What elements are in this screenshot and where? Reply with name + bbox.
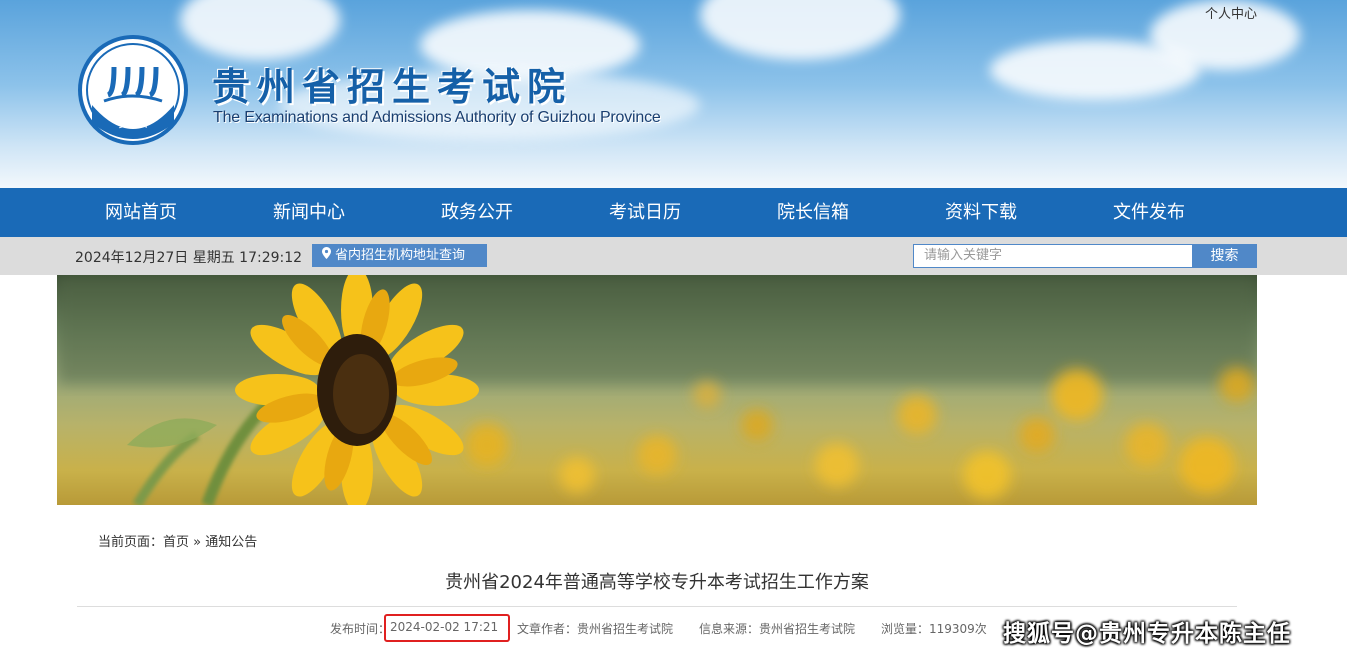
divider xyxy=(77,606,1237,607)
breadcrumb-home-link[interactable]: 首页 xyxy=(163,535,189,550)
personal-center-link[interactable]: 个人中心 xyxy=(1205,3,1257,22)
address-lookup-button[interactable]: 省内招生机构地址查询 xyxy=(312,244,487,267)
nav-exam-calendar[interactable]: 考试日历 xyxy=(575,188,715,237)
nav-news[interactable]: 新闻中心 xyxy=(239,188,379,237)
address-lookup-label: 省内招生机构地址查询 xyxy=(335,248,466,263)
current-datetime: 2024年12月27日 星期五 17:29:12 xyxy=(75,250,303,266)
watermark: 搜狐号@贵州专升本陈主任 xyxy=(1003,621,1291,647)
nav-document-release[interactable]: 文件发布 xyxy=(1079,188,1219,237)
cloud-decoration xyxy=(180,0,340,60)
search-input[interactable]: 请输入关键字 xyxy=(913,244,1193,268)
nav-director-mailbox[interactable]: 院长信箱 xyxy=(743,188,883,237)
sunflower-banner-image xyxy=(57,275,1257,505)
breadcrumb-separator: » xyxy=(193,535,202,550)
breadcrumb-label: 当前页面： xyxy=(98,535,164,550)
article-author: 文章作者：贵州省招生考试院 xyxy=(517,622,674,636)
logo-text: 贵 州 xyxy=(118,116,148,131)
search-button[interactable]: 搜索 xyxy=(1192,244,1257,268)
site-title: 贵州省招生考试院 xyxy=(212,64,573,109)
breadcrumb: 当前页面：首页 » 通知公告 xyxy=(98,531,257,550)
cloud-decoration xyxy=(700,0,900,60)
publish-time-highlight-box xyxy=(384,614,510,642)
info-bar: 2024年12月27日 星期五 17:29:12 省内招生机构地址查询 请输入关… xyxy=(0,237,1347,275)
location-pin-icon xyxy=(322,244,331,267)
article-source: 信息来源：贵州省招生考试院 xyxy=(699,622,856,636)
nav-home[interactable]: 网站首页 xyxy=(71,188,211,237)
breadcrumb-current[interactable]: 通知公告 xyxy=(205,535,257,550)
nav-government-affairs[interactable]: 政务公开 xyxy=(407,188,547,237)
nav-downloads[interactable]: 资料下载 xyxy=(911,188,1051,237)
view-count: 浏览量：119309次 xyxy=(881,622,987,636)
publish-time-label: 发布时间： xyxy=(330,622,391,636)
article-title: 贵州省2024年普通高等学校专升本考试招生工作方案 xyxy=(445,572,869,593)
main-navigation: 网站首页 新闻中心 政务公开 考试日历 院长信箱 资料下载 文件发布 xyxy=(0,188,1347,237)
institution-logo: 贵 州 xyxy=(78,35,188,145)
site-header: 个人中心 贵 州 贵州省招生考试院 The Examinations and A… xyxy=(0,0,1347,188)
site-subtitle: The Examinations and Admissions Authorit… xyxy=(213,109,661,126)
